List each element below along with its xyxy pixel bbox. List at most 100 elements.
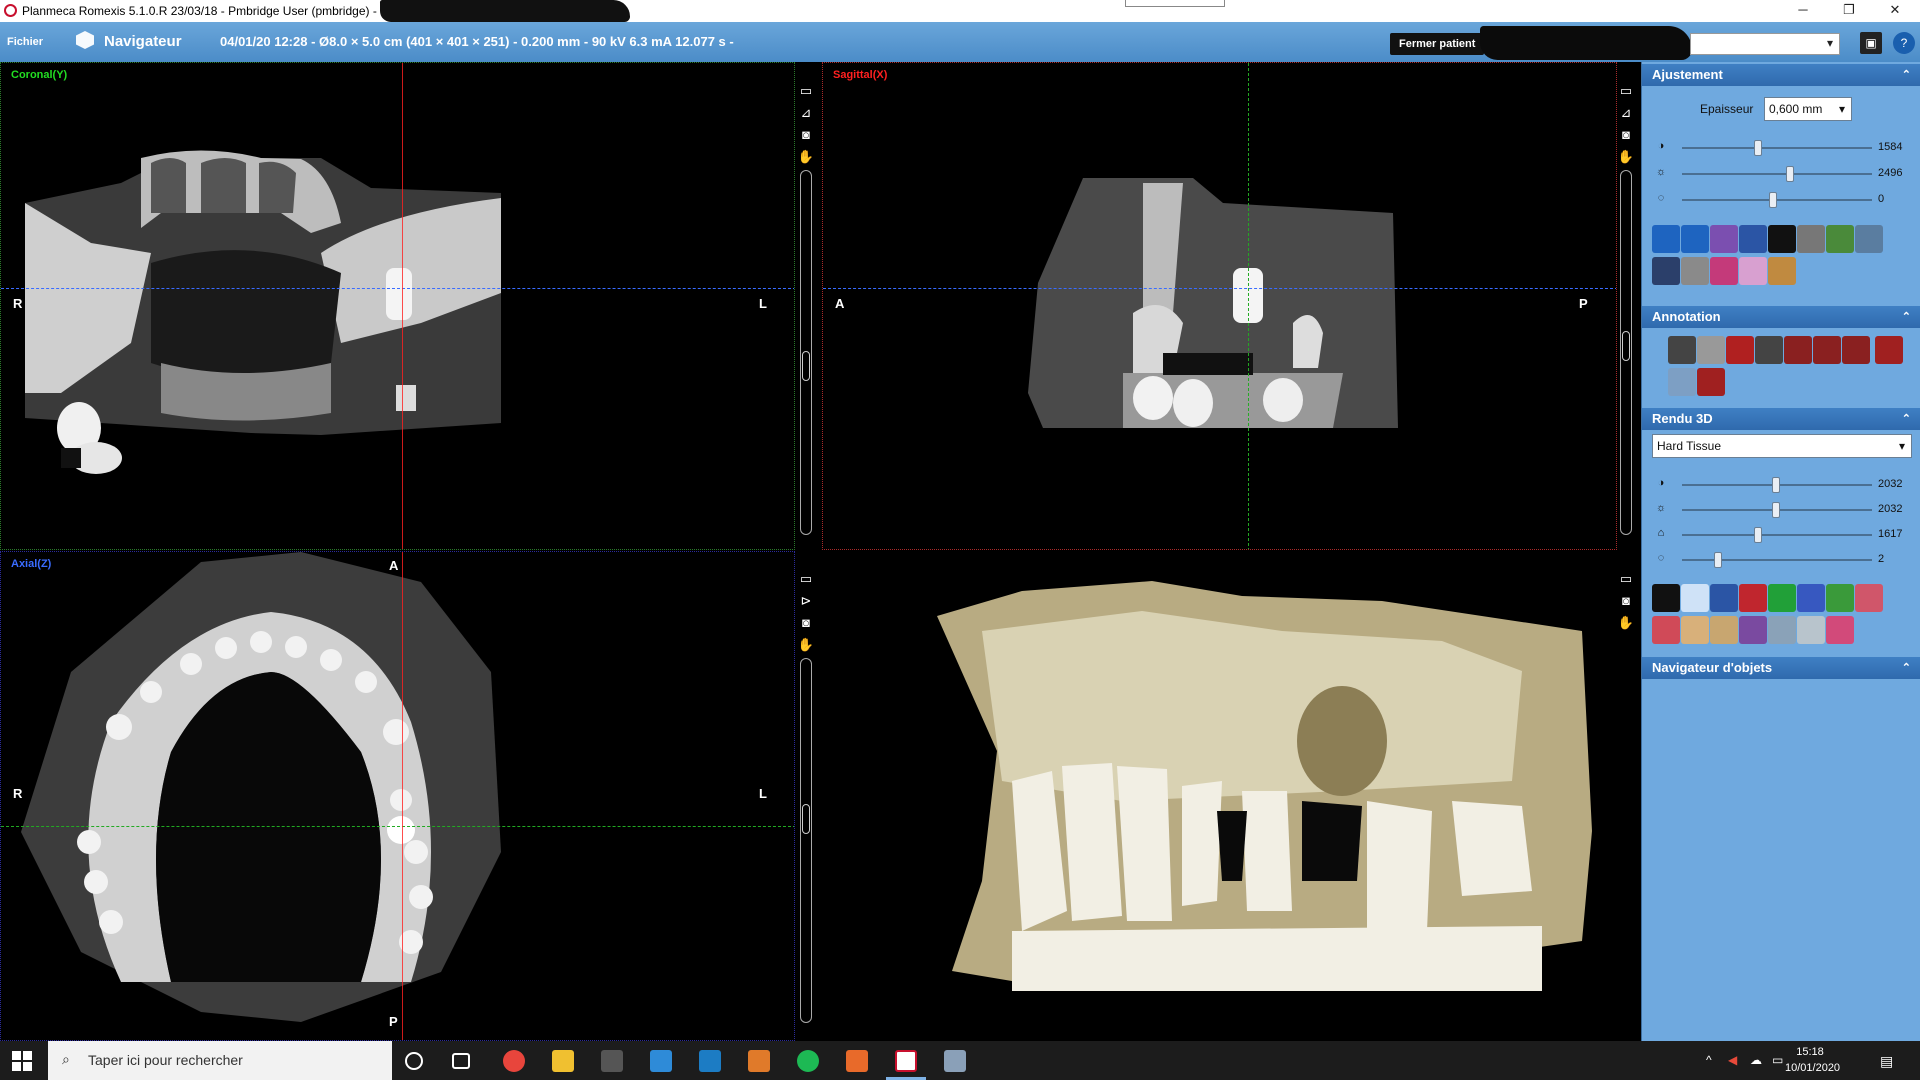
- romexis-icon[interactable]: [895, 1050, 917, 1072]
- airway-icon[interactable]: [1739, 257, 1767, 285]
- box-icon[interactable]: [1652, 616, 1680, 644]
- task-view-icon[interactable]: [452, 1053, 470, 1069]
- render-brightness-slider[interactable]: ☼ 2032: [1654, 500, 1914, 520]
- coronal-reference-line[interactable]: [1248, 63, 1249, 549]
- delete-annotation-icon[interactable]: [1697, 368, 1725, 396]
- calculator-icon[interactable]: [601, 1050, 623, 1072]
- help-button[interactable]: ?: [1893, 32, 1915, 54]
- soft-tissue-head-icon[interactable]: [1681, 616, 1709, 644]
- flip-icon[interactable]: ⊳: [797, 592, 815, 610]
- navigator-cube-icon[interactable]: [76, 31, 94, 49]
- file-explorer-icon[interactable]: [552, 1050, 574, 1072]
- freehand-icon[interactable]: [1842, 336, 1870, 364]
- paint-palette-icon[interactable]: [944, 1050, 966, 1072]
- network-icon[interactable]: ▭: [1772, 1053, 1783, 1067]
- cut-icon[interactable]: [1739, 584, 1767, 612]
- contrast-slider[interactable]: ◑ 1584: [1654, 138, 1914, 158]
- menu-file[interactable]: Fichier: [7, 36, 43, 48]
- slider-knob[interactable]: [1714, 552, 1722, 568]
- annotation-section-header[interactable]: Annotation ⌃: [1642, 306, 1920, 328]
- pan-hand-icon[interactable]: ✋: [797, 636, 815, 654]
- coronal-viewport[interactable]: Coronal(Y) R L: [0, 62, 795, 550]
- sagittal-reference-line[interactable]: [402, 63, 403, 549]
- start-windows-icon[interactable]: [12, 1051, 32, 1071]
- axial-viewport[interactable]: Axial(Z) A R L P: [0, 551, 795, 1041]
- coronal-reference-line[interactable]: [1, 826, 794, 827]
- camera-icon[interactable]: ◙: [1617, 592, 1635, 610]
- slider-knob[interactable]: [1769, 192, 1777, 208]
- box-crop-icon[interactable]: [1855, 584, 1883, 612]
- close-button[interactable]: ✕: [1872, 0, 1918, 22]
- render-contrast-slider[interactable]: ◑ 2032: [1654, 475, 1914, 495]
- scroll-thumb[interactable]: [802, 804, 810, 834]
- tooth-app-icon[interactable]: [748, 1050, 770, 1072]
- flip-icon[interactable]: ⊿: [1617, 104, 1635, 122]
- pan-hand-icon[interactable]: ✋: [797, 148, 815, 166]
- slider-knob[interactable]: [1754, 140, 1762, 156]
- implant-icon[interactable]: [1710, 257, 1738, 285]
- render-preset-select[interactable]: Hard Tissue: [1652, 434, 1912, 458]
- tray-chevron-icon[interactable]: ^: [1706, 1053, 1712, 1067]
- onedrive-icon[interactable]: ☁: [1750, 1053, 1762, 1067]
- text-annotation-icon[interactable]: [1726, 336, 1754, 364]
- window-center-tab[interactable]: [1125, 0, 1225, 7]
- cortana-icon[interactable]: [405, 1052, 423, 1070]
- surface-icon[interactable]: [1768, 584, 1796, 612]
- render-opacity-slider[interactable]: ⌂ 1617: [1654, 525, 1914, 545]
- adjust-section-header[interactable]: Ajustement ⌃: [1642, 64, 1920, 86]
- collapse-icon[interactable]: ⌃: [1902, 64, 1911, 86]
- maximize-view-icon[interactable]: ▭: [797, 570, 815, 588]
- maximize-view-icon[interactable]: ▭: [1617, 570, 1635, 588]
- navigator-label[interactable]: Navigateur: [104, 33, 182, 50]
- flip-icon[interactable]: ⊿: [797, 104, 815, 122]
- ellipse-icon[interactable]: [1813, 336, 1841, 364]
- close-patient-button[interactable]: Fermer patient: [1390, 33, 1485, 55]
- skull-white-icon[interactable]: [1797, 616, 1825, 644]
- measure-distance-icon[interactable]: [1668, 336, 1696, 364]
- segment-icon[interactable]: [1826, 225, 1854, 253]
- patient-select[interactable]: [1690, 33, 1840, 55]
- nerve-icon[interactable]: [1681, 257, 1709, 285]
- notifications-icon[interactable]: ▤: [1880, 1053, 1893, 1070]
- collapse-icon[interactable]: ⌃: [1902, 306, 1911, 328]
- light-icon[interactable]: [1681, 584, 1709, 612]
- eraser-icon[interactable]: [1826, 616, 1854, 644]
- text-label-icon[interactable]: [1755, 336, 1783, 364]
- rotate-icon[interactable]: [1710, 225, 1738, 253]
- plane-icon[interactable]: [1797, 584, 1825, 612]
- panoramic-icon[interactable]: [1652, 257, 1680, 285]
- render-gamma-slider[interactable]: ◌ 2: [1654, 550, 1914, 570]
- slider-knob[interactable]: [1786, 166, 1794, 182]
- gamma-slider[interactable]: ◌ 0: [1654, 190, 1914, 210]
- pan-icon[interactable]: [1681, 225, 1709, 253]
- minimize-button[interactable]: ─: [1780, 0, 1826, 22]
- scalpel-icon[interactable]: [1768, 616, 1796, 644]
- paint-icon[interactable]: [650, 1050, 672, 1072]
- slider-knob[interactable]: [1772, 502, 1780, 518]
- spotify-icon[interactable]: [797, 1050, 819, 1072]
- scroll-thumb[interactable]: [802, 351, 810, 381]
- arrow-icon[interactable]: [1875, 336, 1904, 364]
- thickness-select[interactable]: 0,600 mm: [1764, 97, 1852, 121]
- zoom-icon[interactable]: [1652, 225, 1680, 253]
- window-level-icon[interactable]: [1797, 225, 1825, 253]
- scroll-thumb[interactable]: [1622, 331, 1630, 361]
- slider-knob[interactable]: [1772, 477, 1780, 493]
- sagittal-reference-line[interactable]: [402, 552, 403, 1040]
- slider-knob[interactable]: [1754, 527, 1762, 543]
- skull-icon[interactable]: [1710, 616, 1738, 644]
- slice-lines-icon[interactable]: [1739, 225, 1767, 253]
- maximize-view-icon[interactable]: ▭: [1617, 82, 1635, 100]
- object-navigator-section-header[interactable]: Navigateur d'objets ⌃: [1642, 657, 1920, 679]
- tray-app-icon[interactable]: ◀: [1728, 1053, 1737, 1067]
- pan-hand-icon[interactable]: ✋: [1617, 148, 1635, 166]
- clip-planes-icon[interactable]: [1710, 584, 1738, 612]
- histogram-icon[interactable]: [1768, 225, 1796, 253]
- histogram-icon[interactable]: [1652, 584, 1680, 612]
- cube-icon[interactable]: [1826, 584, 1854, 612]
- axial-slice-scrollbar[interactable]: [800, 658, 812, 1023]
- camera-icon[interactable]: ◙: [1617, 126, 1635, 144]
- pan-hand-icon[interactable]: ✋: [1617, 614, 1635, 632]
- rectangle-icon[interactable]: [1784, 336, 1812, 364]
- tooth-app-2-icon[interactable]: [846, 1050, 868, 1072]
